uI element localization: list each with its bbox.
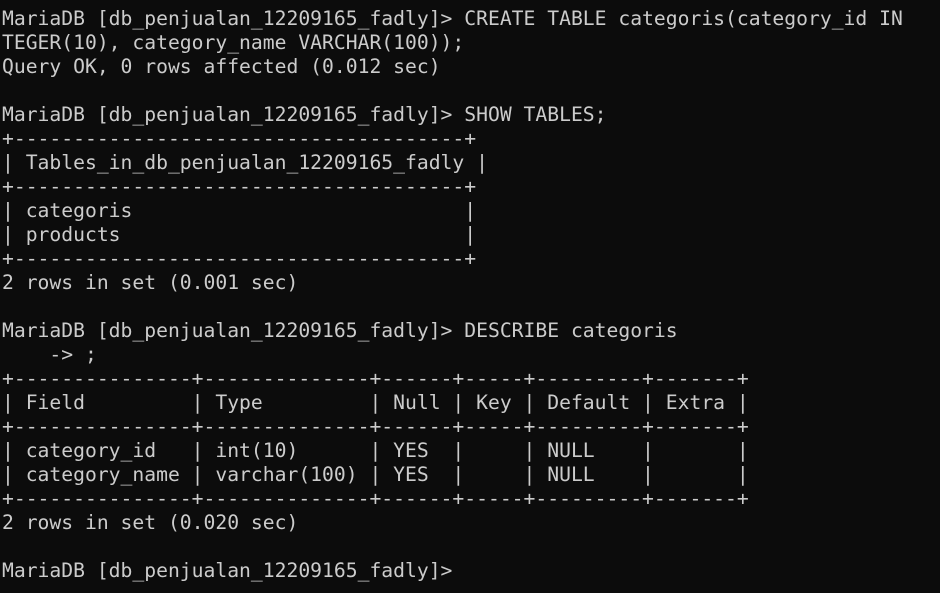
describe-row-category-id: | category_id | int(10) | YES | | NULL |… — [2, 439, 749, 462]
terminal-line-show-tables-command: MariaDB [db_penjualan_12209165_fadly]> S… — [2, 103, 607, 126]
describe-row-category-name: | category_name | varchar(100) | YES | |… — [2, 463, 749, 486]
terminal-line-query-ok: Query OK, 0 rows affected (0.012 sec) — [2, 55, 441, 78]
terminal-line-rows-in-set: 2 rows in set (0.001 sec) — [2, 271, 299, 294]
tables-border-bottom: +--------------------------------------+ — [2, 247, 477, 270]
tables-row-categoris: | categoris | — [2, 199, 477, 222]
terminal-line-create-command: MariaDB [db_penjualan_12209165_fadly]> C… — [2, 7, 903, 30]
describe-border-bottom: +---------------+--------------+------+-… — [2, 487, 749, 510]
terminal-window[interactable]: MariaDB [db_penjualan_12209165_fadly]> C… — [0, 0, 940, 593]
terminal-line-rows-in-set: 2 rows in set (0.020 sec) — [2, 511, 299, 534]
terminal-line-create-command-wrap: TEGER(10), category_name VARCHAR(100)); — [2, 31, 465, 54]
tables-border-top: +--------------------------------------+ — [2, 127, 477, 150]
terminal-line-describe-command: MariaDB [db_penjualan_12209165_fadly]> D… — [2, 319, 678, 342]
describe-border-mid: +---------------+--------------+------+-… — [2, 415, 749, 438]
tables-header-row: | Tables_in_db_penjualan_12209165_fadly … — [2, 151, 488, 174]
terminal-line-continuation: -> ; — [2, 343, 97, 366]
tables-row-products: | products | — [2, 223, 477, 246]
text-cursor — [452, 560, 463, 580]
tables-border-mid: +--------------------------------------+ — [2, 175, 477, 198]
terminal-prompt-line[interactable]: MariaDB [db_penjualan_12209165_fadly]> — [2, 559, 940, 583]
describe-border-top: +---------------+--------------+------+-… — [2, 367, 749, 390]
describe-header-row: | Field | Type | Null | Key | Default | … — [2, 391, 749, 414]
terminal-prompt: MariaDB [db_penjualan_12209165_fadly]> — [2, 559, 453, 582]
